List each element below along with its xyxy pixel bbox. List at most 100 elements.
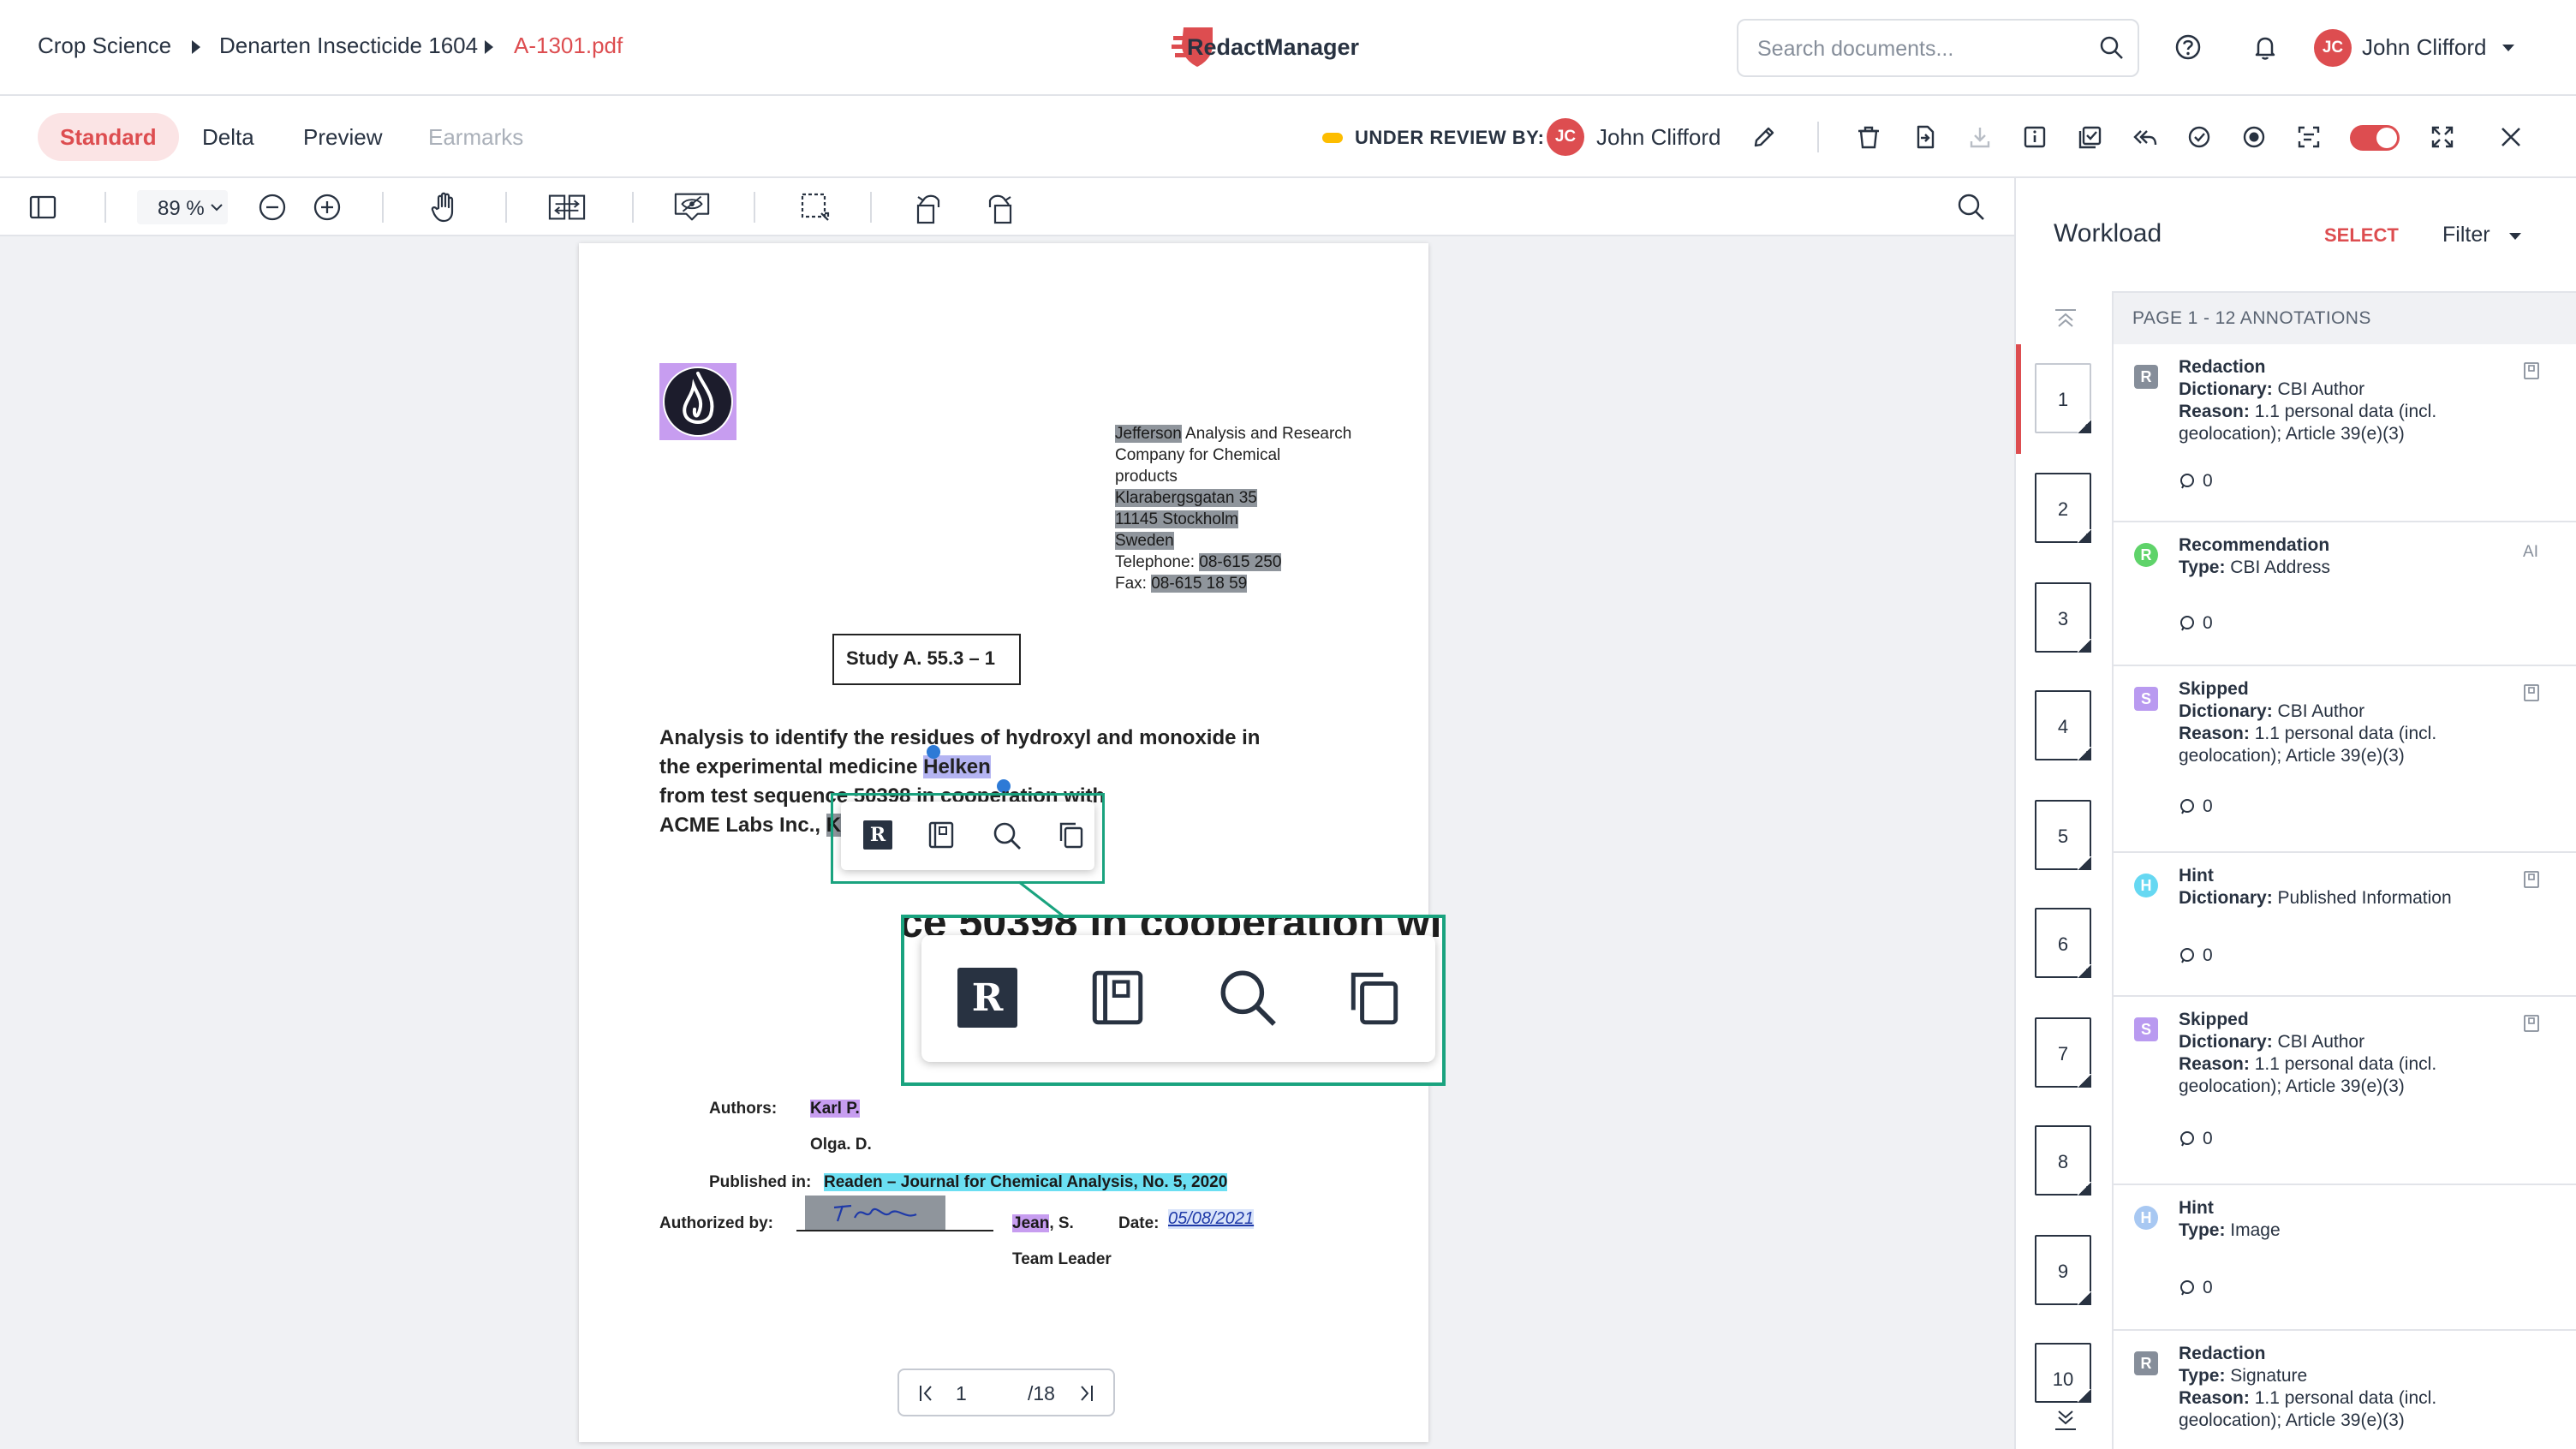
skipped-signer-name[interactable]: Jean <box>1012 1214 1050 1232</box>
thumbnail-page-8[interactable]: 8 <box>2035 1125 2091 1196</box>
comments-count[interactable]: 0 <box>2179 1129 2213 1149</box>
annotation-card[interactable]: H Hint Dictionary: Published Information… <box>2114 853 2576 997</box>
reviewer-name: John Clifford <box>1596 124 1721 150</box>
comment-bubble-icon <box>2180 616 2194 631</box>
annotation-card[interactable]: S Skipped Dictionary: CBI Author Reason:… <box>2114 997 2576 1185</box>
pdf-viewer-toolbar: 89 % <box>0 178 2014 236</box>
comments-count[interactable]: 0 <box>2179 796 2213 817</box>
author-1: Karl P. <box>810 1100 860 1118</box>
comments-count[interactable]: 0 <box>2179 613 2213 634</box>
annotation-dictionary-icon[interactable] <box>2523 1014 2540 1033</box>
search-icon[interactable] <box>2098 34 2126 62</box>
ai-badge: AI <box>2523 543 2538 561</box>
pan-hand-icon[interactable] <box>426 188 464 226</box>
approve-check-circle-icon[interactable] <box>2180 118 2218 156</box>
last-page-icon[interactable] <box>1077 1384 1094 1403</box>
skipped-author-name[interactable]: Karl P. <box>810 1100 860 1118</box>
divider <box>632 192 634 223</box>
delete-trash-icon[interactable] <box>1850 118 1887 156</box>
excluded-pages-icon[interactable] <box>2071 118 2108 156</box>
annotation-dictionary-icon[interactable] <box>2523 683 2540 702</box>
copy-icon <box>1345 966 1404 1029</box>
toggle-thumbnails-sidebar-icon[interactable] <box>24 188 62 226</box>
first-page-icon[interactable] <box>918 1384 935 1403</box>
help-icon[interactable] <box>2174 33 2203 62</box>
skipped-type-icon: S <box>2134 1017 2158 1041</box>
thumbnail-page-10[interactable]: 10 <box>2035 1343 2091 1403</box>
pdf-page: Jefferson Analysis and Research Company … <box>579 243 1446 1442</box>
tab-delta[interactable]: Delta <box>180 113 277 161</box>
compare-pages-icon[interactable] <box>548 188 586 226</box>
search-input[interactable] <box>1757 34 2083 63</box>
reanalyse-file-icon[interactable] <box>1906 118 1944 156</box>
annotation-dictionary-icon[interactable] <box>2523 870 2540 889</box>
total-pages: /18 <box>1028 1382 1055 1404</box>
tab-standard[interactable]: Standard <box>38 113 179 161</box>
redacted-signature-image[interactable] <box>805 1196 945 1230</box>
redaction-type-icon: R <box>2134 1351 2158 1375</box>
thumbnail-page-2[interactable]: 2 <box>2035 473 2091 543</box>
comments-count[interactable]: 0 <box>2179 1278 2213 1298</box>
edit-reviewer-pencil-icon[interactable] <box>1745 118 1783 156</box>
breadcrumb-item-dossier[interactable]: Denarten Insecticide 1604 <box>219 33 478 59</box>
user-name[interactable]: John Clifford <box>2362 34 2487 61</box>
highlights-toggle-switch[interactable] <box>2350 125 2400 151</box>
hint-published-information[interactable]: Readen – Journal for Chemical Analysis, … <box>824 1173 1228 1191</box>
select-button[interactable]: SELECT <box>2324 224 2399 247</box>
current-page-input[interactable]: 1 <box>956 1382 967 1405</box>
annotation-details: Redaction Type: Signature Reason: 1.1 pe… <box>2179 1344 2437 1430</box>
document-info-icon[interactable] <box>2016 118 2054 156</box>
annotation-card[interactable]: S Skipped Dictionary: CBI Author Reason:… <box>2114 666 2576 853</box>
handwritten-date[interactable]: 05/08/2021 <box>1168 1209 1255 1229</box>
annotation-dictionary-icon[interactable] <box>2523 361 2540 380</box>
thumbnail-page-7[interactable]: 7 <box>2035 1017 2091 1088</box>
thumbnail-page-5[interactable]: 5 <box>2035 800 2091 870</box>
area-select-icon[interactable] <box>796 188 834 226</box>
zoom-out-icon[interactable] <box>253 188 291 226</box>
ocr-scan-icon[interactable] <box>2290 118 2328 156</box>
rotate-left-icon[interactable] <box>909 188 947 226</box>
scroll-to-bottom-icon[interactable] <box>2054 1408 2079 1434</box>
document-action-bar: Standard Delta Preview Earmarks UNDER RE… <box>0 96 2576 178</box>
undo-reply-all-icon[interactable] <box>2126 118 2163 156</box>
filter-button[interactable]: Filter <box>2442 223 2490 247</box>
thumbnail-page-6[interactable]: 6 <box>2035 908 2091 978</box>
annotation-details: Redaction Dictionary: CBI Author Reason:… <box>2179 357 2437 444</box>
breadcrumb-item-crop-science[interactable]: Crop Science <box>38 33 171 59</box>
comments-count[interactable]: 0 <box>2179 471 2213 492</box>
author-2: Olga. D. <box>810 1136 872 1154</box>
divider <box>104 192 106 223</box>
authorized-by-label: Authorized by: <box>659 1214 773 1232</box>
hint-type-icon: H <box>2134 874 2158 897</box>
annotation-card[interactable]: R Redaction Dictionary: CBI Author Reaso… <box>2114 344 2576 522</box>
user-avatar[interactable]: JC <box>2314 29 2352 67</box>
thumbnail-page-3[interactable]: 3 <box>2035 582 2091 653</box>
divider <box>1817 122 1819 152</box>
workload-title: Workload <box>2054 219 2162 247</box>
notification-bell-icon[interactable] <box>2251 33 2280 62</box>
annotation-card[interactable]: R Redaction Type: Signature Reason: 1.1 … <box>2114 1331 2576 1449</box>
user-menu-chevron-down-icon[interactable] <box>2502 45 2514 51</box>
zoom-in-icon[interactable] <box>308 188 346 226</box>
annotation-card[interactable]: H Hint Type: Image 0 <box>2114 1185 2576 1331</box>
thumbnail-page-1[interactable]: 1 <box>2035 363 2091 433</box>
thumbnail-page-9[interactable]: 9 <box>2035 1235 2091 1305</box>
scroll-to-top-icon[interactable] <box>2054 308 2078 329</box>
team-leader-label: Team Leader <box>1012 1250 1112 1268</box>
rotate-right-icon[interactable] <box>981 188 1019 226</box>
comment-bubble-icon <box>2180 799 2194 814</box>
close-icon[interactable] <box>2492 118 2530 156</box>
thumbnail-page-4[interactable]: 4 <box>2035 690 2091 760</box>
active-page-indicator <box>2016 344 2021 454</box>
hide-annotations-eye-icon[interactable] <box>673 188 711 226</box>
zoom-select[interactable]: 89 % <box>137 190 228 224</box>
record-radio-icon[interactable] <box>2235 118 2273 156</box>
divider <box>754 192 755 223</box>
tab-preview[interactable]: Preview <box>281 113 404 161</box>
fullscreen-expand-icon[interactable] <box>2424 118 2461 156</box>
annotation-card[interactable]: R Recommendation Type: CBI Address 0 AI <box>2114 522 2576 666</box>
search-in-document-icon[interactable] <box>1953 188 1990 226</box>
comments-count[interactable]: 0 <box>2179 945 2213 966</box>
divider <box>382 192 384 223</box>
filter-chevron-down-icon[interactable] <box>2509 233 2521 240</box>
